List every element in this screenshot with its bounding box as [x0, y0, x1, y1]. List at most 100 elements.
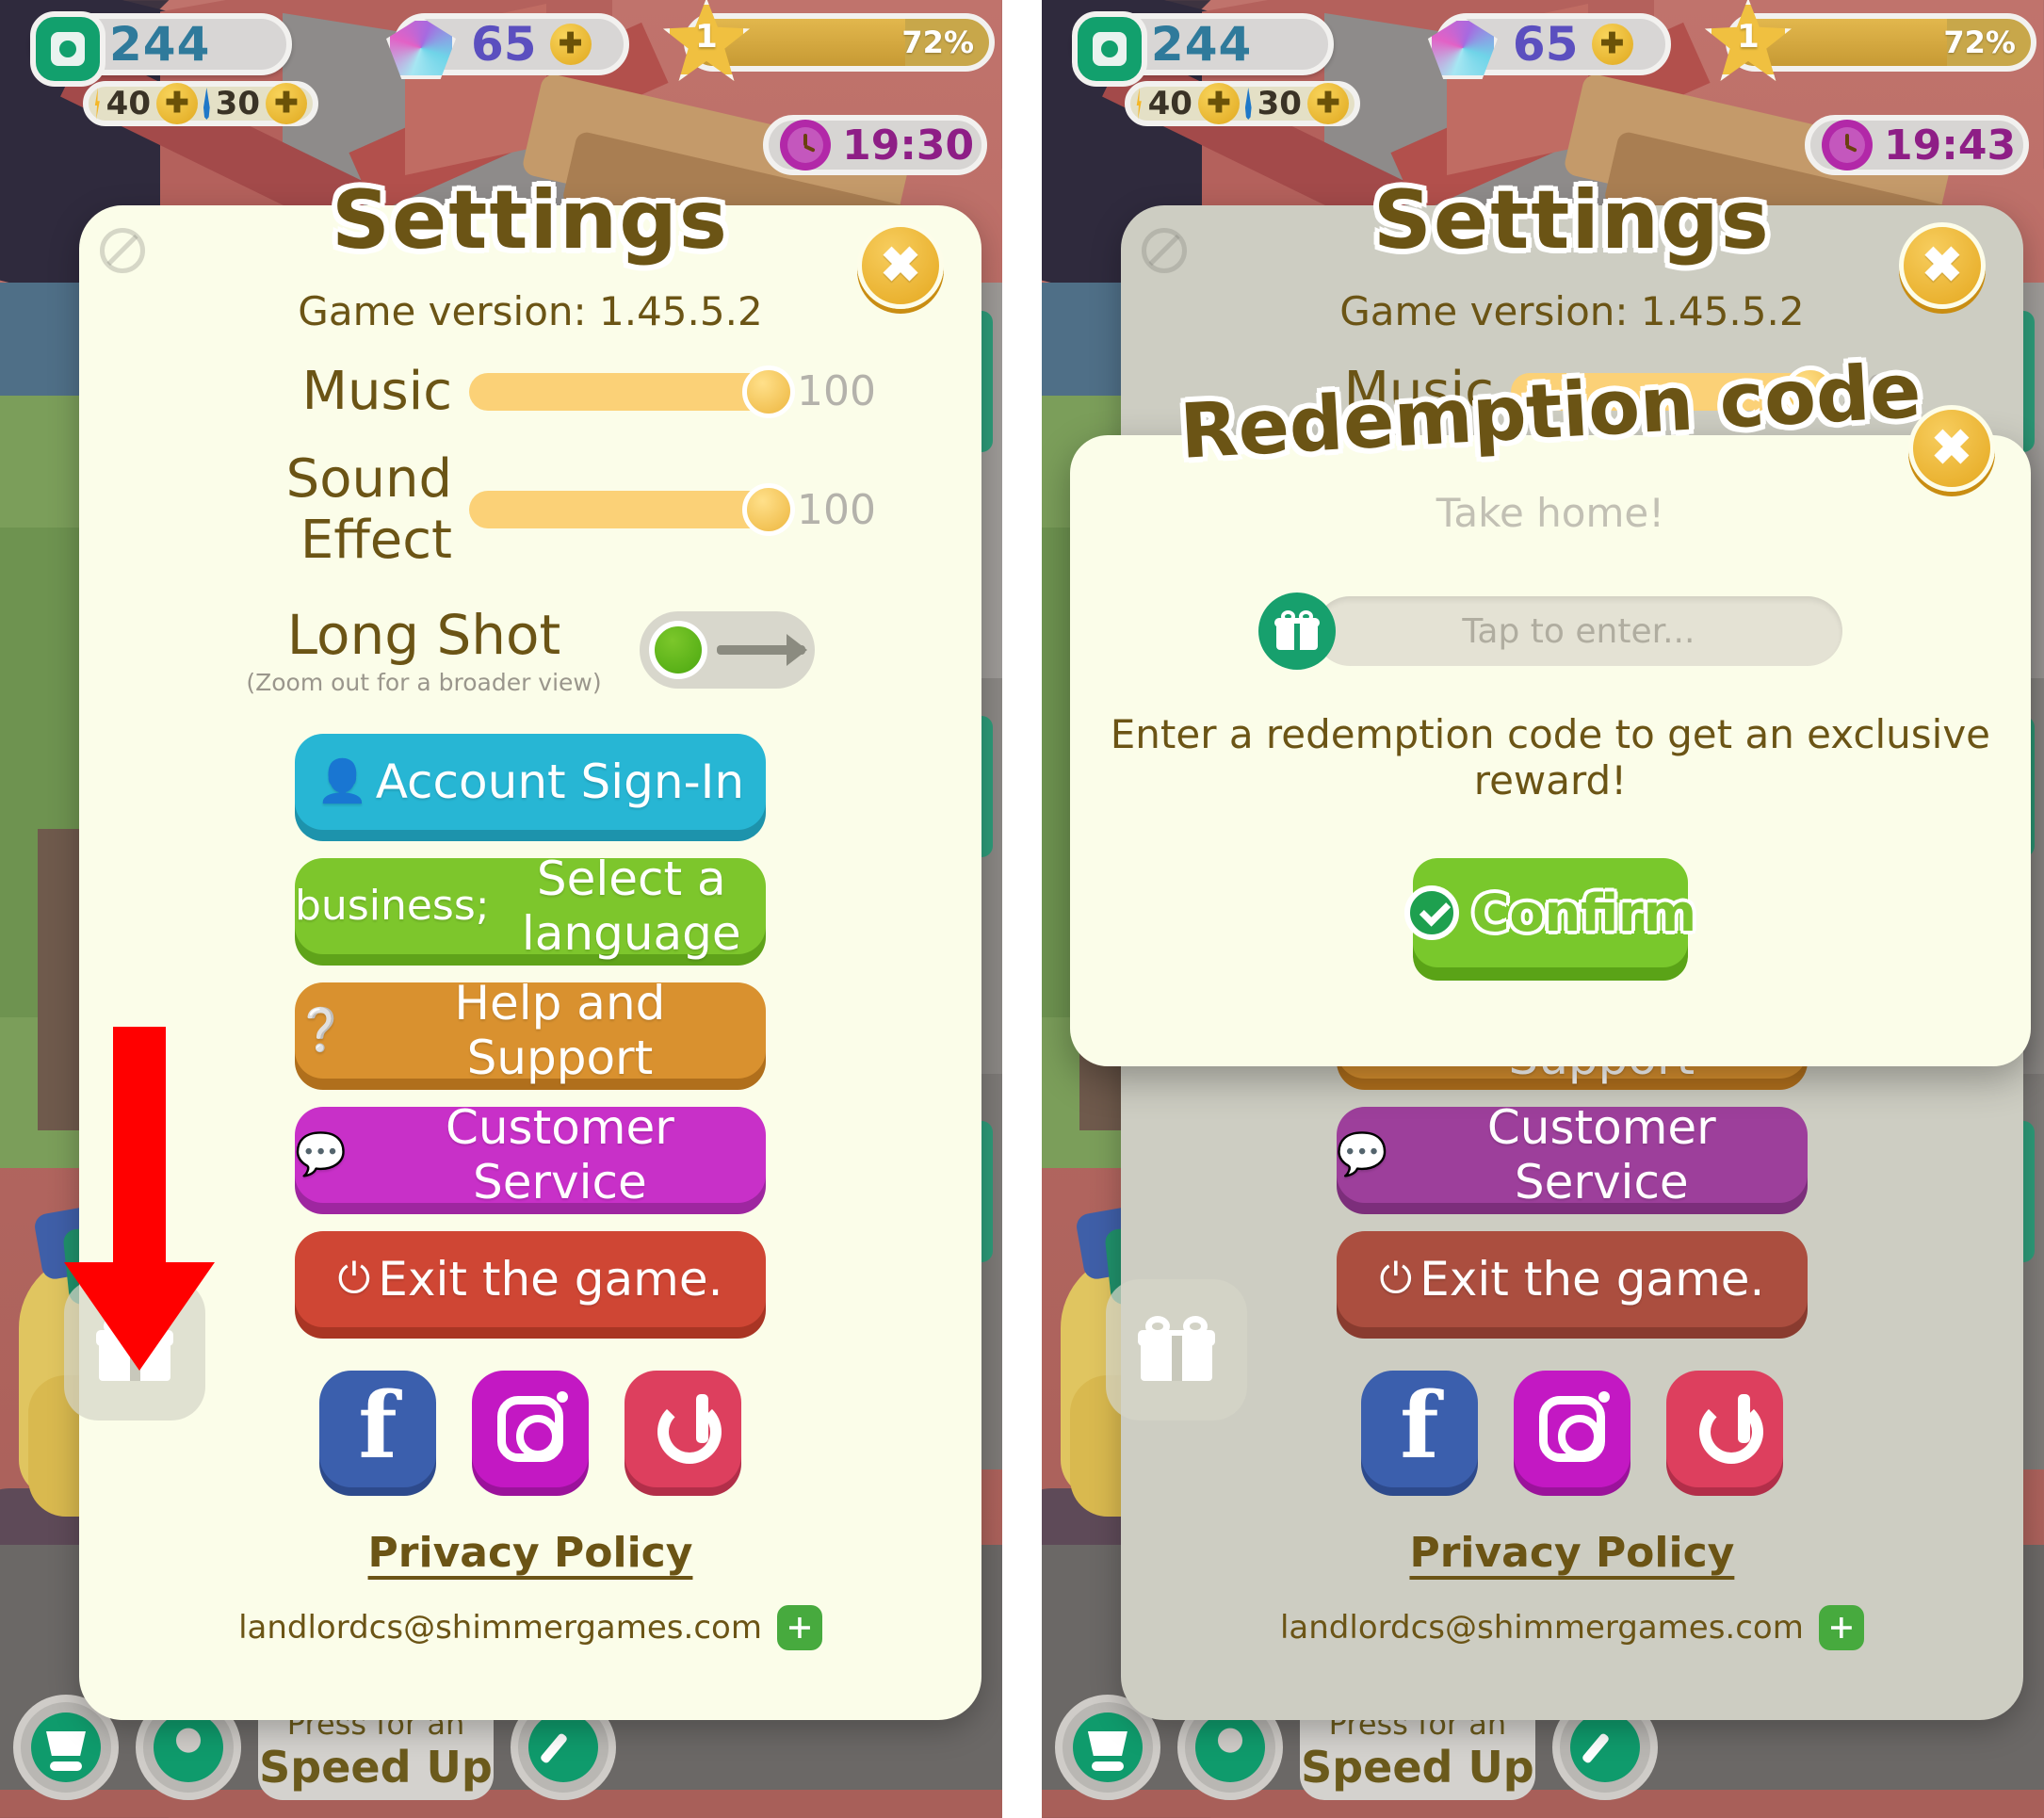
person-icon: 👤 [316, 757, 368, 805]
sound-effect-slider-knob[interactable] [742, 483, 795, 536]
coin-value: 244 [1150, 17, 1253, 72]
game-version-label: Game version: 1.45.5.2 [298, 288, 763, 334]
social-links [79, 1371, 981, 1487]
support-email: landlordcs@shimmergames.com [1279, 1609, 1804, 1647]
settings-close-button[interactable] [857, 222, 944, 309]
sound-effect-slider-row: Sound Effect 100 [79, 448, 981, 571]
music-slider-row: Music 100 [79, 361, 981, 422]
water-drop-icon [1244, 88, 1252, 120]
resource-counter[interactable]: 40 30 [1124, 81, 1360, 126]
account-sign-in-button[interactable]: 👤 Account Sign-In [295, 734, 766, 830]
long-shot-label: Long Shot [286, 603, 561, 667]
water-drop-icon [203, 88, 210, 120]
redemption-hint: Enter a redemption code to get an exclus… [1110, 711, 1991, 803]
help-and-support-button[interactable]: ❔ Help and Support [295, 976, 766, 1085]
support-email: landlordcs@shimmergames.com [238, 1609, 762, 1647]
long-shot-toggle[interactable] [639, 610, 815, 689]
timer-badge[interactable]: 19:30 [763, 115, 988, 175]
exit-the-game-button[interactable]: ⏻ Exit the game. [295, 1231, 766, 1327]
copy-icon[interactable] [776, 1605, 822, 1650]
settings-footer: Privacy Policy landlordcs@shimmergames.c… [79, 1529, 981, 1650]
settings-dialog: Settings Game version: 1.45.5.2 Music 10… [64, 173, 981, 1720]
sound-effect-slider[interactable] [469, 483, 795, 536]
confirm-label: Confirm [1471, 883, 1696, 943]
redemption-close-button[interactable] [1907, 405, 1995, 492]
redemption-gift-button[interactable] [1105, 1279, 1247, 1420]
music-slider[interactable] [469, 365, 795, 418]
chat-icon: 💬 [295, 1130, 347, 1178]
gem-value: 65 [1512, 17, 1579, 72]
game-version-label: Game version: 1.45.5.2 [1339, 288, 1805, 334]
add-energy-button[interactable] [1197, 83, 1240, 124]
coin-icon [30, 11, 105, 87]
arrow-right-icon [716, 633, 807, 666]
screenshot-stage: 244 40 30 65 72% 1 [0, 0, 2044, 1818]
confirm-button[interactable]: Confirm [1403, 858, 1696, 967]
redemption-subtitle: Take home! [1436, 490, 1665, 536]
facebook-icon[interactable] [319, 1371, 436, 1487]
chat-icon: 💬 [1336, 1130, 1388, 1178]
privacy-policy-link[interactable]: Privacy Policy [1121, 1529, 2023, 1577]
check-circle-icon [1403, 885, 1459, 940]
add-energy-button[interactable] [156, 83, 198, 124]
add-water-button[interactable] [1306, 83, 1349, 124]
customer-service-label: Customer Service [1486, 1100, 1716, 1209]
account-sign-in-label: Account Sign-In [375, 755, 745, 809]
gem-counter[interactable]: 65 [1427, 13, 1671, 79]
select-a-language-label: Select a language [521, 852, 741, 961]
timer-badge[interactable]: 19:43 [1805, 115, 2029, 175]
facebook-icon[interactable] [1360, 1371, 1478, 1487]
add-gems-button[interactable] [549, 24, 592, 65]
globe-icon: business; [295, 882, 490, 930]
exit-the-game-button[interactable]: ⏻ Exit the game. [1336, 1231, 1808, 1327]
instagram-icon[interactable] [1513, 1371, 1630, 1487]
privacy-policy-link[interactable]: Privacy Policy [79, 1529, 981, 1577]
instagram-icon[interactable] [472, 1371, 589, 1487]
water-value: 30 [215, 85, 260, 122]
music-label: Music [301, 361, 452, 422]
hud-right: 244 40 30 65 72% 1 [1042, 0, 2044, 175]
copy-icon[interactable] [1818, 1605, 1864, 1650]
left-screenshot-panel: 244 40 30 65 72% 1 [0, 0, 1003, 1818]
long-shot-subtitle: (Zoom out for a broader view) [246, 669, 602, 696]
music-value: 100 [797, 367, 876, 415]
speed-up-label: Speed Up [259, 1742, 493, 1793]
gift-icon [1257, 592, 1336, 670]
clock-icon [780, 120, 832, 170]
redemption-code-dialog: Redemption code Take home! Tap to enter.… [1069, 347, 2031, 1066]
redemption-code-input[interactable]: Tap to enter... [1314, 596, 1842, 666]
redemption-input-row: Tap to enter... [1070, 592, 2031, 670]
tiktok-icon[interactable] [1665, 1371, 1783, 1487]
settings-title: Settings [1372, 173, 1771, 268]
help-and-support-label: Help and Support [454, 976, 666, 1085]
coin-counter[interactable]: 244 [1071, 11, 1334, 87]
right-screenshot-panel: 244 40 30 65 72% 1 [1041, 0, 2044, 1818]
resource-counter[interactable]: 40 30 [83, 81, 318, 126]
toggle-knob[interactable] [648, 620, 707, 679]
coin-counter[interactable]: 244 [30, 11, 292, 87]
select-a-language-button[interactable]: business; Select a language [295, 852, 766, 961]
social-links [1121, 1371, 2023, 1487]
settings-footer: Privacy Policy landlordcs@shimmergames.c… [1121, 1529, 2023, 1650]
coin-value: 244 [109, 17, 211, 72]
customer-service-button[interactable]: 💬 Customer Service [295, 1100, 766, 1209]
gift-icon [1137, 1316, 1215, 1381]
exit-the-game-label: Exit the game. [378, 1252, 723, 1307]
sound-effect-label: Sound Effect [285, 448, 452, 571]
tiktok-icon[interactable] [625, 1371, 741, 1487]
add-water-button[interactable] [266, 83, 307, 124]
customer-service-label: Customer Service [445, 1100, 674, 1209]
gem-icon [386, 17, 456, 79]
customer-service-button[interactable]: 💬 Customer Service [1336, 1100, 1808, 1209]
settings-title: Settings [332, 173, 729, 268]
energy-value: 40 [1147, 85, 1192, 122]
music-slider-knob[interactable] [742, 365, 795, 418]
gem-value: 65 [471, 17, 537, 72]
add-gems-button[interactable] [1591, 24, 1633, 65]
level-progress-value: 72% [1943, 24, 2016, 60]
timer-value: 19:43 [1884, 121, 2017, 170]
exit-the-game-label: Exit the game. [1419, 1252, 1765, 1307]
settings-close-button[interactable] [1898, 222, 1986, 309]
gem-counter[interactable]: 65 [386, 13, 629, 79]
red-down-arrow-annotation [64, 1027, 215, 1371]
